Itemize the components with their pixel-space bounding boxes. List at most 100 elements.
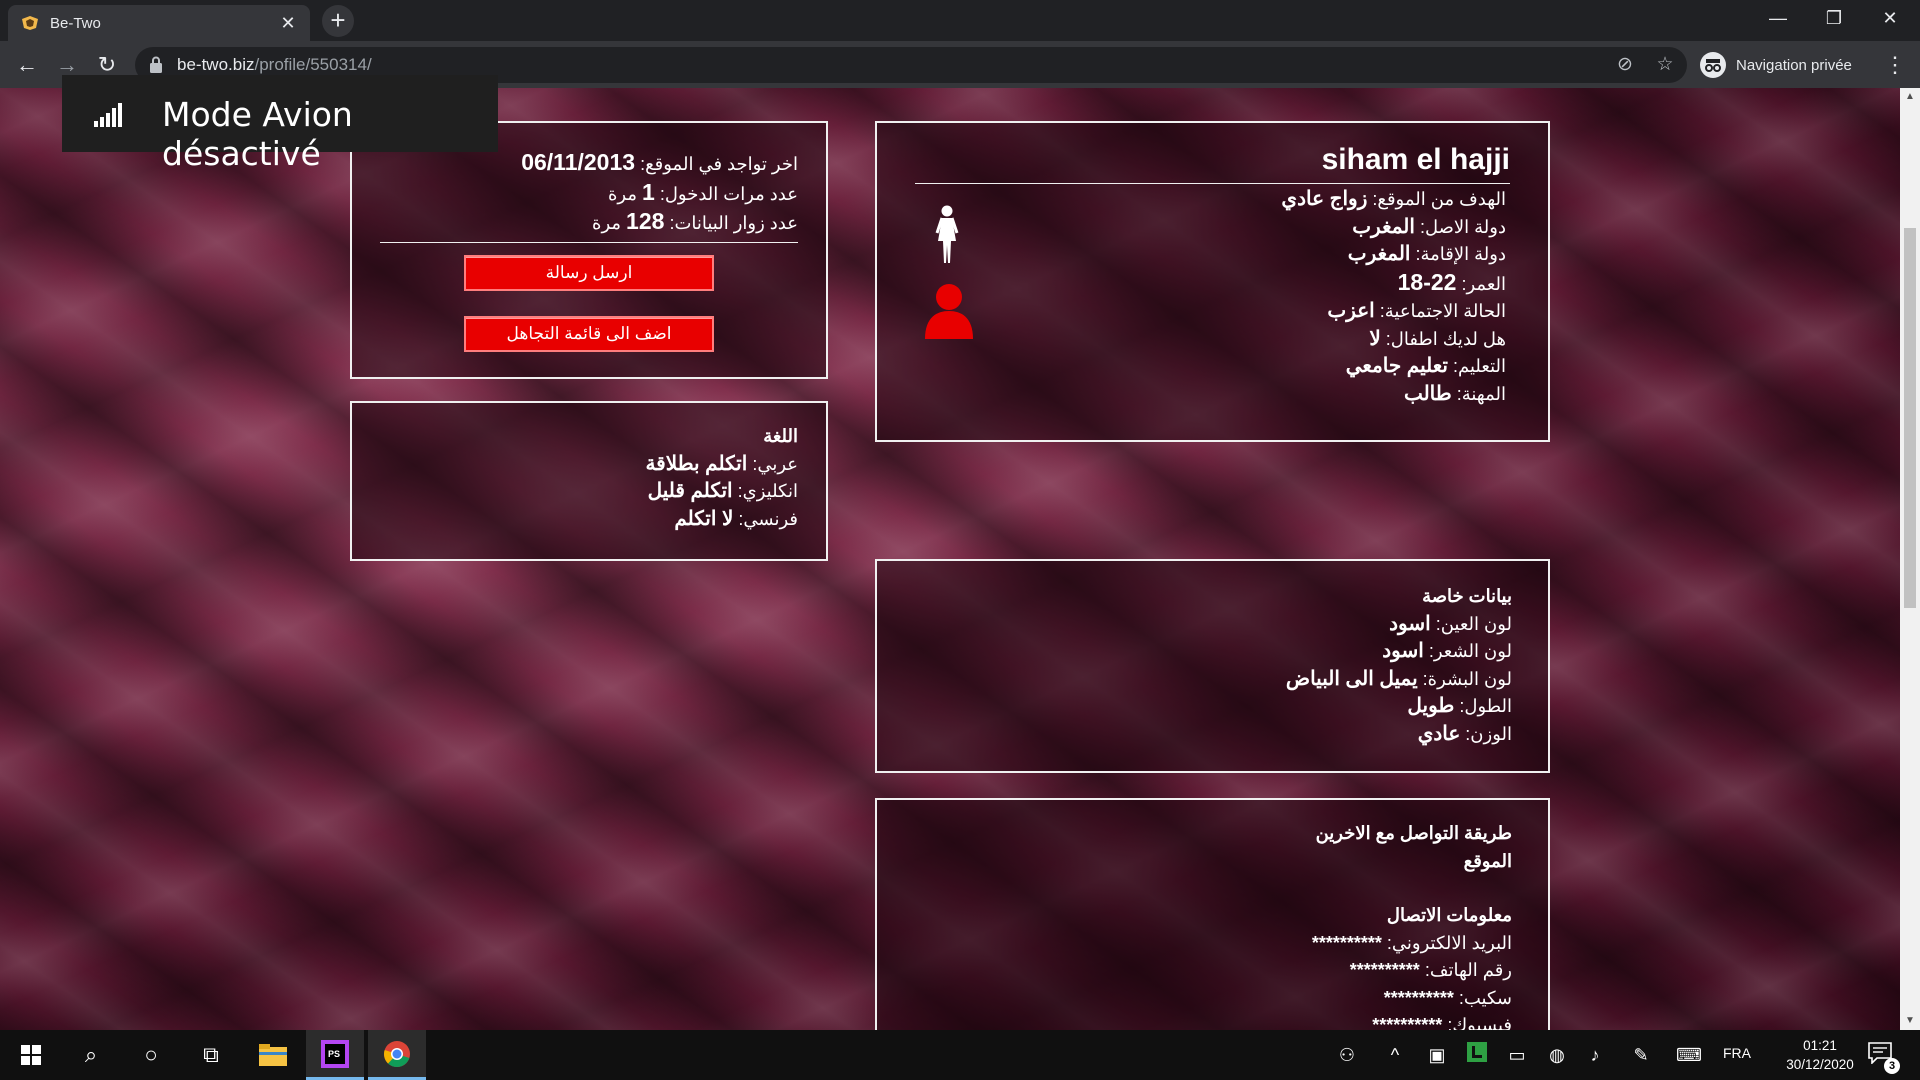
language-value: اتكلم بطلاقة [645,452,748,475]
contact-value: ********** [1383,987,1454,1008]
speaker-icon[interactable]: ♪ [1582,1042,1608,1068]
field-value: المغرب [1347,243,1411,265]
input-language[interactable]: FRA [1723,1045,1751,1061]
browser-menu-icon[interactable]: ⋮ [1880,48,1910,82]
page-viewport: siham el hajji الهدف من الموقع: زواج عاد… [0,88,1900,1030]
field-value: المغرب [1352,215,1415,238]
special-value: طويل [1407,695,1455,717]
field-marital: الحالة الاجتماعية: اعزب [915,298,1506,326]
svg-text:PS: PS [328,1049,340,1059]
special-value: يميل الى البياض [1285,667,1418,690]
language-item: عربي: اتكلم بطلاقة [380,451,798,479]
people-icon[interactable]: ⚇ [1334,1042,1360,1068]
pen-icon[interactable]: ✎ [1628,1042,1654,1068]
field-age: العمر: 18-22 [915,269,1506,299]
last-seen-label: اخر تواجد في الموقع: [640,154,798,174]
field-value: 18-22 [1397,268,1457,295]
keyboard-icon[interactable]: ⌨ [1676,1042,1702,1068]
eye-off-icon[interactable]: ⊘ [1613,53,1637,77]
field-label: التعليم: [1453,356,1506,376]
airplane-mode-notification: Mode Avion désactivé [62,75,498,173]
tab-title: Be-Two [50,14,101,32]
minimize-icon[interactable]: — [1750,0,1806,36]
special-label: الطول: [1459,696,1512,716]
file-explorer-icon[interactable] [244,1030,302,1080]
add-to-ignore-list-button[interactable]: اضف الى قائمة التجاهل [464,316,714,352]
contact-value: ********** [1372,1015,1443,1030]
visitor-count: عدد زوار البيانات: 128 مرة [380,208,798,238]
task-view-icon[interactable]: ⧉ [182,1030,240,1080]
close-window-icon[interactable]: ✕ [1862,0,1918,36]
battery-icon[interactable]: ▭ [1504,1042,1530,1068]
special-label: لون البشرة: [1422,668,1512,689]
clock[interactable]: 01:21 30/12/2020 [1780,1036,1860,1074]
language-label: انكليزي: [737,481,798,501]
page-scrollbar[interactable]: ▲ ▼ [1900,88,1920,1030]
incognito-indicator[interactable]: Navigation privée [1700,48,1852,82]
contact-label: سكيب: [1458,987,1512,1008]
field-label: الحالة الاجتماعية: [1379,301,1506,321]
field-value: اعزب [1327,300,1375,322]
language-title: اللغة [763,426,798,446]
notification-count-badge: 3 [1884,1058,1900,1074]
special-item: لون الشعر: اسود [913,638,1512,666]
clock-time: 01:21 [1803,1038,1837,1053]
globe-network-icon[interactable]: ◍ [1544,1042,1570,1068]
start-windows-icon[interactable] [2,1030,60,1080]
login-count: عدد مرات الدخول: 1 مرة [380,179,798,209]
last-seen-value: 06/11/2013 [521,149,636,175]
language-label: فرنسي: [738,508,798,529]
contact-item: رقم الهاتف: ********** [913,957,1512,985]
divider [380,241,798,243]
field-value: لا [1369,327,1381,350]
browser-titlebar: Be-Two ✕ + — ❐ ✕ [0,0,1920,41]
female-gender-icon [935,205,959,263]
field-children: هل لديك اطفال: لا [915,326,1506,354]
device-icon[interactable]: ▣ [1424,1042,1450,1068]
contact-item: فيسبوك: ********** [913,1012,1512,1030]
field-education: التعليم: تعليم جامعي [915,353,1506,381]
browser-tab[interactable]: Be-Two ✕ [8,5,310,41]
site-favicon-icon [22,16,38,30]
chevron-up-icon[interactable]: ^ [1382,1042,1408,1068]
url-text[interactable]: be-two.biz/profile/550314/ [177,55,372,75]
phpstorm-icon[interactable]: PS [306,1030,364,1080]
divider [915,183,1510,184]
restore-icon[interactable]: ❐ [1806,0,1862,36]
contact-item: سكيب: ********** [913,985,1512,1013]
field-label: دولة الاصل: [1419,216,1506,237]
field-label: العمر: [1461,273,1506,294]
field-label: دولة الإقامة: [1415,244,1507,264]
url-host: be-two.biz [177,55,255,74]
contact-method-value: الموقع [1463,850,1512,871]
send-message-button[interactable]: ارسل رسالة [464,255,714,291]
special-value: اسود [1382,640,1424,662]
tab-close-icon[interactable]: ✕ [278,13,298,34]
new-tab-button[interactable]: + [322,5,354,37]
language-label: عربي: [752,453,798,474]
star-bookmark-icon[interactable]: ☆ [1653,53,1677,77]
scroll-up-arrow-icon[interactable]: ▲ [1900,88,1920,106]
field-label: الهدف من الموقع: [1372,189,1506,209]
contact-label: فيسبوك: [1447,1015,1512,1030]
notification-center-icon[interactable]: 3 [1868,1042,1900,1074]
special-data-panel: بيانات خاصة لون العين: اسود لون الشعر: ا… [875,559,1550,773]
login-count-value: 1 [642,178,655,205]
scroll-down-arrow-icon[interactable]: ▼ [1900,1012,1920,1030]
scrollbar-thumb[interactable] [1904,228,1916,608]
contact-value: ********** [1349,960,1420,980]
chrome-icon[interactable] [368,1030,426,1080]
field-label: المهنة: [1456,383,1506,404]
search-icon[interactable]: ⌕ [62,1030,120,1080]
back-arrow-icon[interactable]: ← [10,48,44,82]
field-origin: دولة الاصل: المغرب [915,214,1506,242]
cortana-icon[interactable]: ○ [122,1030,180,1080]
language-item: فرنسي: لا اتكلم [380,506,798,534]
language-value: لا اتكلم [674,507,734,530]
special-item: لون البشرة: يميل الى البياض [913,666,1512,694]
app-tray-green-icon[interactable] [1464,1042,1490,1068]
field-label: هل لديك اطفال: [1385,328,1506,349]
lock-icon [150,56,162,73]
language-panel: اللغة عربي: اتكلم بطلاقة انكليزي: اتكلم … [350,401,828,561]
contact-label: رقم الهاتف: [1424,960,1512,980]
